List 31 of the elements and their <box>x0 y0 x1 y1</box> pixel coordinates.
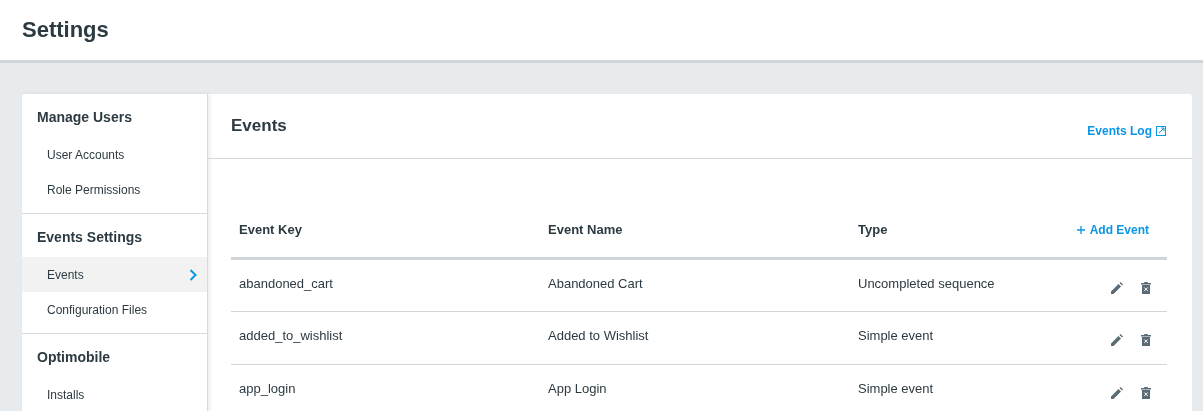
pencil-icon[interactable] <box>1111 282 1124 294</box>
plus-icon <box>1076 226 1085 234</box>
sidebar-item[interactable]: User Accounts <box>22 137 207 172</box>
panel-title: Events <box>231 116 287 136</box>
section-title: Manage Users <box>36 108 133 127</box>
table-cell: Uncompleted sequence <box>858 276 995 291</box>
table-cell: Simple event <box>858 328 934 343</box>
sidebar-item[interactable]: Role Permissions <box>22 172 207 207</box>
table-cell: Added to Wishlist <box>548 328 649 343</box>
trash-icon[interactable] <box>1141 387 1151 399</box>
section-title: Optimobile <box>36 348 112 367</box>
table-cell: app_login <box>239 381 296 396</box>
table-cell: App Login <box>548 381 607 396</box>
table-cell: abandoned_cart <box>239 276 333 291</box>
trash-icon[interactable] <box>1141 334 1151 346</box>
table-cell: Abandoned Cart <box>548 276 643 291</box>
table-cell: Simple event <box>858 381 934 396</box>
chevron-right-icon <box>189 268 197 281</box>
pencil-icon[interactable] <box>1111 334 1124 346</box>
section-title: Events Settings <box>36 228 144 247</box>
sidebar-item[interactable]: Configuration Files <box>22 292 207 327</box>
table-cell: added_to_wishlist <box>239 328 343 343</box>
column-header: Event Key <box>239 222 302 237</box>
column-header: Type <box>858 222 888 237</box>
trash-icon[interactable] <box>1141 282 1151 294</box>
external-link-icon <box>1156 126 1166 136</box>
pencil-icon[interactable] <box>1111 387 1124 399</box>
column-header: Event Name <box>548 222 623 237</box>
page-title: Settings <box>22 17 109 43</box>
sidebar-item[interactable]: Installs <box>22 377 207 411</box>
sidebar-item[interactable]: Events <box>22 257 207 292</box>
